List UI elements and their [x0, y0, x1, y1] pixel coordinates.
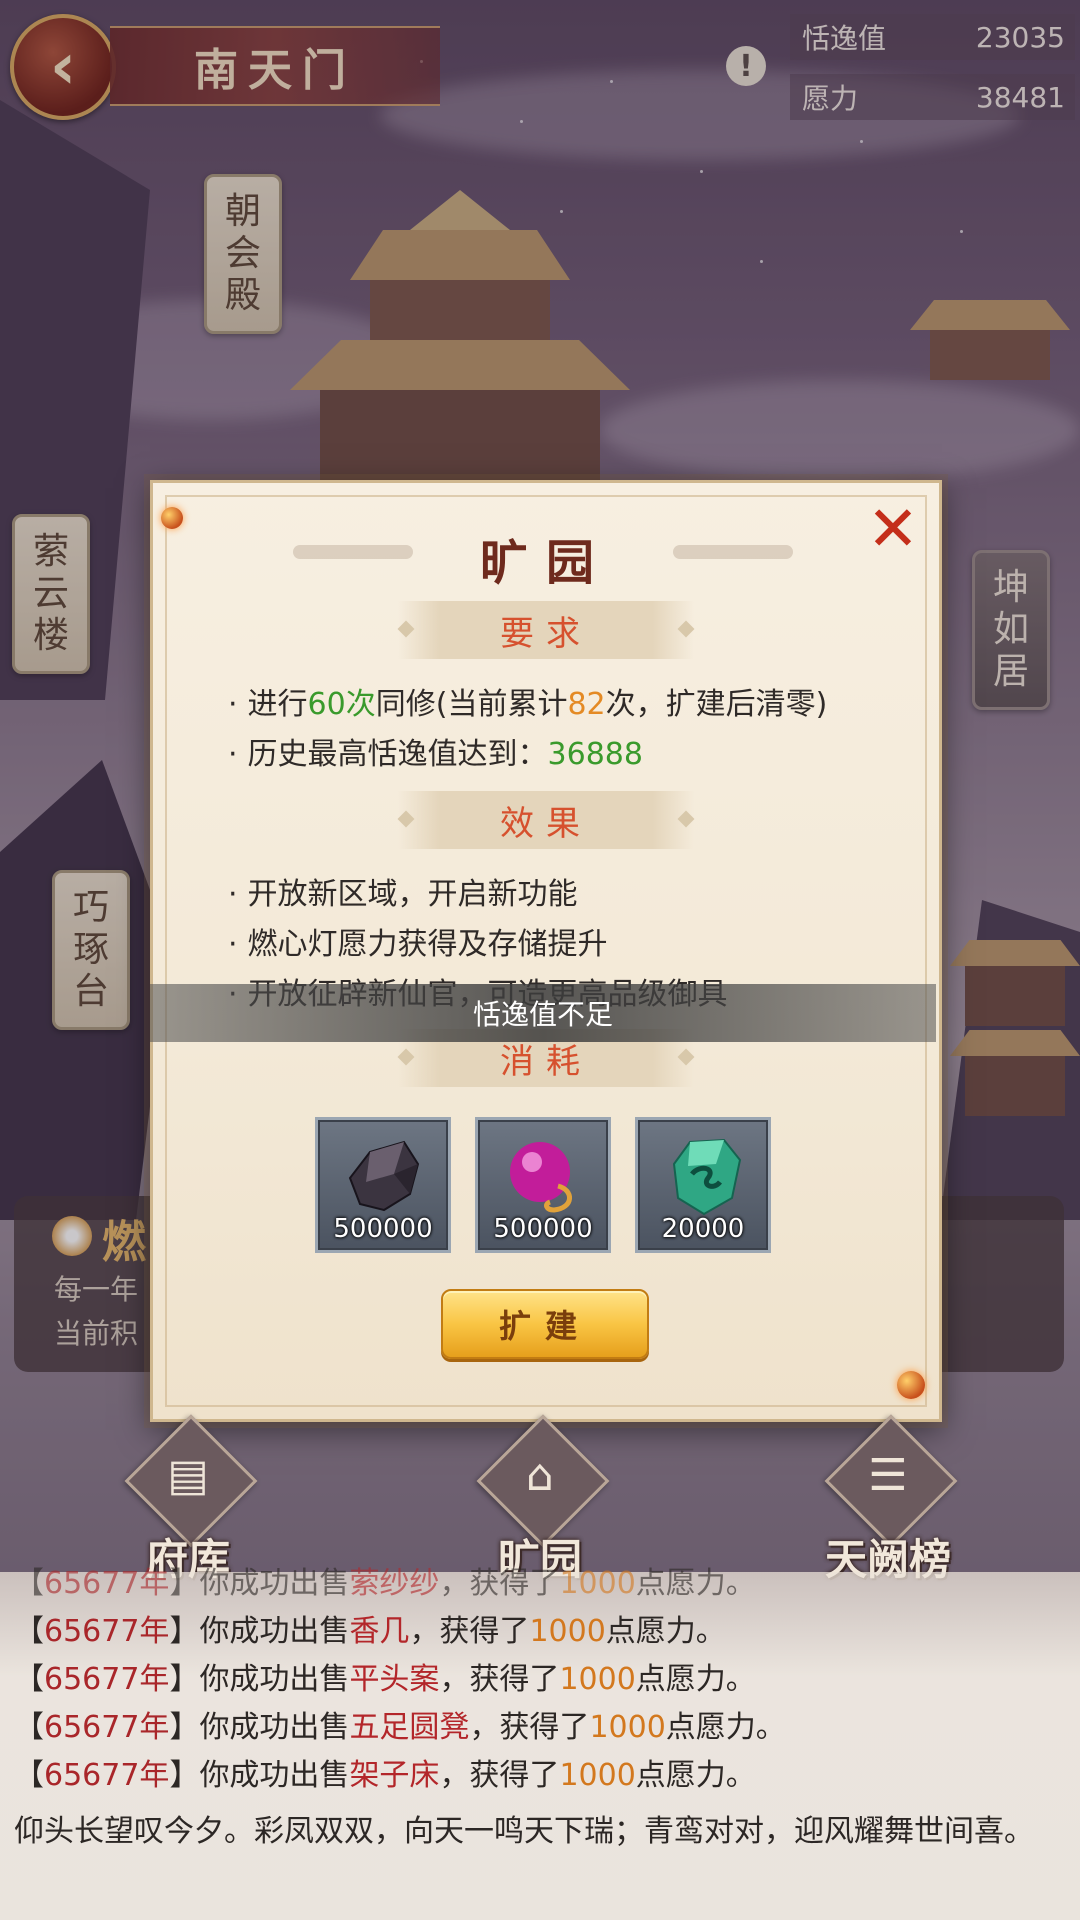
bullet: ·	[228, 927, 238, 962]
log-entry: 【65677年】你成功出售香几，获得了1000点愿力。	[14, 1606, 726, 1650]
bracket: 】	[169, 1710, 200, 1745]
purple-orb-icon	[510, 1142, 572, 1213]
log-text: ，获得了	[409, 1614, 530, 1649]
bracket: 】	[169, 1566, 200, 1601]
log-text: ，获得了	[439, 1758, 560, 1793]
cost-quantity: 500000	[333, 1214, 433, 1244]
requirements-heading: 要求	[398, 601, 694, 659]
log-poem: 仰头长望叹今夕。彩凤双双，向天一鸣天下瑞；青鸾对对，迎风耀舞世间喜。	[14, 1814, 1034, 1849]
effect-line: · 燃心灯愿力获得及存储提升	[228, 919, 608, 963]
req-current-count: 82	[567, 687, 606, 722]
log-text: ，获得了	[439, 1662, 560, 1697]
cost-item-slot[interactable]: 500000	[315, 1117, 451, 1253]
log-text: 点愿力。	[635, 1758, 756, 1793]
treasury-glyph: ▤	[167, 1450, 209, 1501]
log-amount: 1000	[559, 1758, 636, 1793]
cost-item-slot[interactable]: 20000	[635, 1117, 771, 1253]
log-item: 香几	[349, 1614, 410, 1649]
log-text: 你成功出售	[199, 1710, 350, 1745]
log-year: 65677年	[44, 1662, 170, 1697]
effects-heading: 效果	[398, 791, 694, 849]
log-entry: 【65677年】你成功出售平头案，获得了1000点愿力。	[14, 1654, 756, 1698]
log-year: 65677年	[44, 1566, 170, 1601]
log-text: 点愿力。	[665, 1710, 786, 1745]
dark-ore-icon	[348, 1140, 420, 1212]
jade-stone-icon	[672, 1138, 742, 1216]
log-amount: 1000	[559, 1566, 636, 1601]
ranking-glyph: ☰	[868, 1450, 908, 1501]
bracket: 】	[169, 1662, 200, 1697]
req-target-count: 60次	[307, 687, 376, 722]
log-text: 点愿力。	[605, 1614, 726, 1649]
bracket: 【	[14, 1710, 44, 1745]
log-item: 萦纱纱	[349, 1566, 440, 1601]
cost-quantity: 20000	[661, 1214, 745, 1244]
requirement-line: · 历史最高恬逸值达到：36888	[228, 729, 643, 773]
close-icon: ✕	[867, 492, 919, 565]
bullet: ·	[228, 737, 238, 772]
log-text: ，获得了	[469, 1710, 590, 1745]
expand-button[interactable]: 扩建	[441, 1289, 649, 1359]
effect-text: 开放新区域，开启新功能	[247, 877, 578, 912]
log-text: ，获得了	[439, 1566, 560, 1601]
orb-ornament-icon	[897, 1371, 925, 1399]
park-glyph: ⌂	[526, 1450, 554, 1501]
effect-line: · 开放新区域，开启新功能	[228, 869, 578, 913]
log-entry: 【65677年】你成功出售五足圆凳，获得了1000点愿力。	[14, 1702, 786, 1746]
log-text: 点愿力。	[635, 1566, 756, 1601]
bullet: ·	[228, 877, 238, 912]
bracket: 】	[169, 1614, 200, 1649]
cost-item-slot[interactable]: 500000	[475, 1117, 611, 1253]
close-button[interactable]: ✕	[865, 498, 921, 560]
expand-park-dialog: 旷园 ✕ 要求 · 进行60次同修(当前累计82次，扩建后清零) · 历史最高恬逸值…	[150, 480, 942, 1422]
log-item: 平头案	[349, 1662, 440, 1697]
log-amount: 1000	[529, 1614, 606, 1649]
insufficient-toast: 恬逸值不足	[150, 984, 936, 1042]
bracket: 【	[14, 1566, 44, 1601]
dialog-title: 旷园	[479, 535, 612, 591]
bracket: 【	[14, 1758, 44, 1793]
log-year: 65677年	[44, 1614, 170, 1649]
log-text: 点愿力。	[635, 1662, 756, 1697]
bracket: 【	[14, 1662, 44, 1697]
log-text: 你成功出售	[199, 1566, 350, 1601]
req-text: 次，扩建后清零)	[605, 687, 828, 722]
log-year: 65677年	[44, 1710, 170, 1745]
log-year: 65677年	[44, 1758, 170, 1793]
log-amount: 1000	[589, 1710, 666, 1745]
cost-quantity: 500000	[493, 1214, 593, 1244]
effect-text: 燃心灯愿力获得及存储提升	[247, 927, 608, 962]
log-text: 你成功出售	[199, 1758, 350, 1793]
req-text: 历史最高恬逸值达到：	[247, 737, 548, 772]
log-amount: 1000	[559, 1662, 636, 1697]
req-target-value: 36888	[547, 737, 643, 772]
nav-ranking[interactable]: ☰ 天阙榜	[808, 1414, 968, 1584]
req-text: 同修(当前累计	[375, 687, 568, 722]
log-text: 你成功出售	[199, 1614, 350, 1649]
log-item: 架子床	[349, 1758, 440, 1793]
bracket: 】	[169, 1758, 200, 1793]
log-item: 五足圆凳	[349, 1710, 470, 1745]
requirement-line: · 进行60次同修(当前累计82次，扩建后清零)	[228, 679, 827, 723]
bracket: 【	[14, 1614, 44, 1649]
req-text: 进行	[247, 687, 308, 722]
log-entry: 【65677年】你成功出售萦纱纱，获得了1000点愿力。	[14, 1558, 756, 1602]
log-text: 你成功出售	[199, 1662, 350, 1697]
event-log[interactable]: 【65677年】你成功出售萦纱纱，获得了1000点愿力。 【65677年】你成功…	[0, 1566, 1080, 1920]
bullet: ·	[228, 687, 238, 722]
log-entry: 【65677年】你成功出售架子床，获得了1000点愿力。	[14, 1750, 756, 1794]
